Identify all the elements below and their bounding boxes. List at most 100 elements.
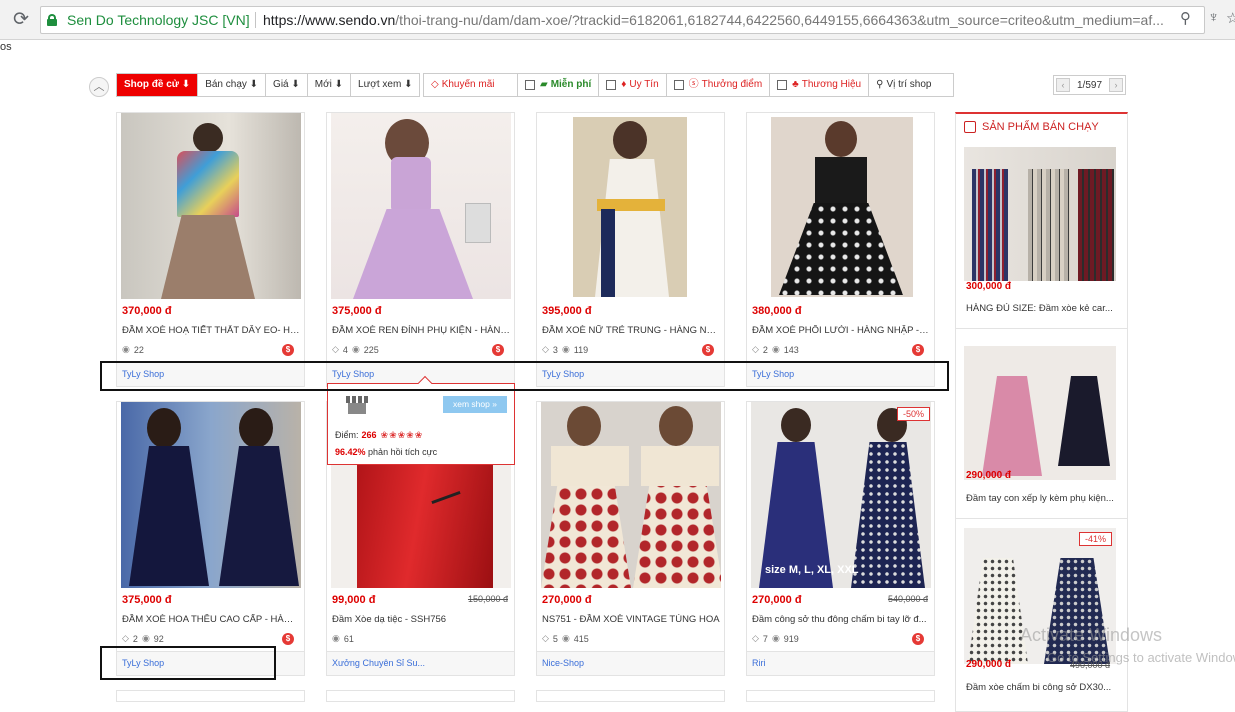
filter-free-ship[interactable]: ▰ Miễn phí [518, 74, 600, 96]
sort-views[interactable]: Lượt xem ⬇ [351, 74, 419, 96]
product-card[interactable] [536, 690, 725, 702]
product-price: 380,000 đ [752, 305, 802, 317]
product-image[interactable]: size M, L, XL, XXL [751, 402, 931, 588]
sidebar-product-price: 290,000 đ [966, 659, 1012, 670]
eye-icon: ◉ [122, 344, 130, 354]
lock-icon [47, 14, 57, 26]
sidebar-product-price: 290,000 đ [966, 470, 1012, 481]
product-image[interactable] [541, 113, 721, 299]
product-title[interactable]: Đầm Xòe dạ tiệc - SSH756 [332, 614, 510, 625]
address-bar[interactable]: Sen Do Technology JSC [VN] https://www.s… [40, 6, 1205, 34]
collapse-up-icon[interactable]: ︿ [89, 77, 109, 97]
filter-trusted[interactable]: ♦ Uy Tín [599, 74, 667, 96]
filter-location[interactable]: ⚲ Vị trí shop [869, 74, 953, 96]
product-image[interactable] [121, 402, 301, 588]
tag-count: 7 [762, 633, 768, 644]
sidebar-product-title[interactable]: HÀNG ĐỦ SIZE: Đầm xòe kẻ car... [966, 303, 1116, 314]
product-title[interactable]: NS751 - ĐẦM XOÈ VINTAGE TÙNG HOA [542, 614, 720, 625]
product-card[interactable]: 375,000 đ ĐẦM XOÈ HOA THÊU CAO CẤP - HÀN… [116, 401, 305, 676]
sidebar-product[interactable]: 290,000 đ Đầm tay con xếp ly kèm phụ kiệ… [964, 346, 1120, 504]
product-image[interactable] [751, 113, 931, 299]
shop-link[interactable]: Nice-Shop [537, 651, 724, 675]
highlight-box [100, 361, 949, 391]
product-card[interactable] [326, 690, 515, 702]
view-count: 225 [363, 344, 379, 355]
checkbox[interactable] [606, 80, 617, 90]
sort-newest[interactable]: Mới ⬇ [308, 74, 352, 96]
product-price: 270,000 đ [542, 594, 592, 606]
sort-shop-recommend[interactable]: Shop đề cử ⬇ [117, 74, 199, 96]
tag-count: 4 [342, 344, 348, 355]
best-seller-sidebar: SẢN PHẨM BÁN CHẠY 300,000 đ HÀNG ĐỦ SIZE… [955, 112, 1128, 712]
activation-watermark-hint: Go to Settings to activate Windows. [1047, 650, 1235, 665]
tag-icon: ◇ [752, 633, 759, 643]
url-text[interactable]: https://www.sendo.vn/thoi-trang-nu/dam/d… [263, 7, 1164, 33]
checkbox[interactable] [777, 80, 788, 90]
next-page-icon[interactable]: › [1109, 78, 1123, 92]
view-shop-button[interactable]: xem shop » [443, 396, 507, 413]
product-card[interactable]: 380,000 đ ĐẦM XOÈ PHỐI LƯỚI - HÀNG NHẬP … [746, 112, 935, 387]
tag-icon: ◇ [542, 344, 549, 354]
tag-count: 2 [132, 633, 138, 644]
view-count: 919 [783, 633, 799, 644]
prev-page-icon[interactable]: ‹ [1056, 78, 1070, 92]
shop-link[interactable]: Xưởng Chuyên Sỉ Su... [327, 651, 514, 675]
product-image[interactable] [121, 113, 301, 299]
product-card[interactable]: 270,000 đ NS751 - ĐẦM XOÈ VINTAGE TÙNG H… [536, 401, 725, 676]
browser-toolbar: ⟳ Sen Do Technology JSC [VN] https://www… [0, 0, 1235, 40]
checkbox[interactable] [525, 80, 535, 90]
product-card[interactable]: 395,000 đ ĐẦM XOÈ NỮ TRẺ TRUNG - HÀNG NH… [536, 112, 725, 387]
product-old-price: 540,000 đ [887, 594, 928, 604]
sidebar-product-title[interactable]: Đầm tay con xếp ly kèm phụ kiện... [966, 493, 1116, 504]
product-title[interactable]: ĐẦM XOÈ REN ĐÍNH PHỤ KIỆN - HÀNG ... [332, 325, 510, 336]
filter-promo[interactable]: ◇ Khuyến mãi [424, 74, 518, 96]
zoom-icon[interactable]: ⚲ [1180, 9, 1191, 27]
filter-brand[interactable]: ♣ Thương Hiệu [770, 74, 870, 96]
sidebar-product-title[interactable]: Đầm xòe chấm bi công sở DX30... [966, 682, 1116, 693]
extension-icon[interactable]: ♆ [1208, 9, 1219, 26]
product-title[interactable]: ĐẦM XOÈ HOA THÊU CAO CẤP - HÀNG ... [122, 614, 300, 625]
checkbox[interactable] [673, 80, 684, 90]
product-card[interactable] [116, 690, 305, 702]
coin-icon: ⓢ [688, 79, 699, 90]
shopping-bag-icon [964, 121, 976, 133]
product-card[interactable]: 375,000 đ ĐẦM XOÈ REN ĐÍNH PHỤ KIỆN - HÀ… [326, 112, 515, 387]
view-count: 22 [133, 344, 144, 355]
view-count: 143 [783, 344, 799, 355]
sort-price[interactable]: Giá ⬇ [266, 74, 308, 96]
tag-icon: ◇ [431, 79, 439, 90]
product-image[interactable] [541, 402, 721, 588]
tag-count: 3 [552, 344, 558, 355]
view-count: 92 [153, 633, 164, 644]
product-title[interactable]: ĐẦM XOÈ PHỐI LƯỚI - HÀNG NHẬP - D... [752, 325, 930, 336]
highlight-box [100, 646, 276, 680]
site-identity[interactable]: Sen Do Technology JSC [VN] [67, 7, 250, 33]
sidebar-title: SẢN PHẨM BÁN CHẠY [982, 121, 1099, 133]
product-title[interactable]: Đầm công sở thu đông chấm bi tay lỡ đ... [752, 614, 930, 625]
product-title[interactable]: ĐẦM XOÈ NỮ TRẺ TRUNG - HÀNG NHẬ... [542, 325, 720, 336]
product-card[interactable]: 370,000 đ ĐẦM XOÈ HOẠ TIẾT THẮT DÂY EO- … [116, 112, 305, 387]
product-card[interactable] [746, 690, 935, 702]
tag-count: 5 [552, 633, 558, 644]
product-image[interactable] [331, 113, 511, 299]
bookmark-star-icon[interactable]: ☆ [1226, 9, 1235, 27]
shop-score: Điểm: 266 ❀❀❀❀❀ [335, 430, 424, 440]
tag-icon: ◇ [332, 344, 339, 354]
filter-reward[interactable]: ⓢ Thưởng điểm [667, 74, 771, 96]
product-title[interactable]: ĐẦM XOÈ HOẠ TIẾT THẮT DÂY EO- HÀ... [122, 325, 300, 336]
reward-coin-icon: $ [912, 633, 924, 645]
bookmark-fragment[interactable]: os [0, 41, 12, 53]
product-card[interactable]: size M, L, XL, XXL -50% 270,000 đ 540,00… [746, 401, 935, 676]
tag-icon: ◇ [542, 633, 549, 643]
sidebar-product-price: 300,000 đ [966, 281, 1012, 292]
sidebar-product[interactable]: 300,000 đ HÀNG ĐỦ SIZE: Đầm xòe kẻ car..… [964, 147, 1120, 314]
sort-best-selling[interactable]: Bán chạy ⬇ [198, 74, 267, 96]
sidebar-product-image[interactable] [964, 147, 1116, 281]
shop-link[interactable]: Riri [747, 651, 934, 675]
sidebar-product-image[interactable] [964, 346, 1116, 480]
sort-bar: Shop đề cử ⬇ Bán chạy ⬇ Giá ⬇ Mới ⬇ Lượt… [116, 73, 421, 97]
lotus-rating-icon: ❀❀❀❀❀ [380, 430, 424, 440]
eye-icon: ◉ [141, 633, 150, 643]
reload-icon[interactable]: ⟳ [10, 9, 32, 31]
product-price: 99,000 đ [332, 594, 376, 606]
